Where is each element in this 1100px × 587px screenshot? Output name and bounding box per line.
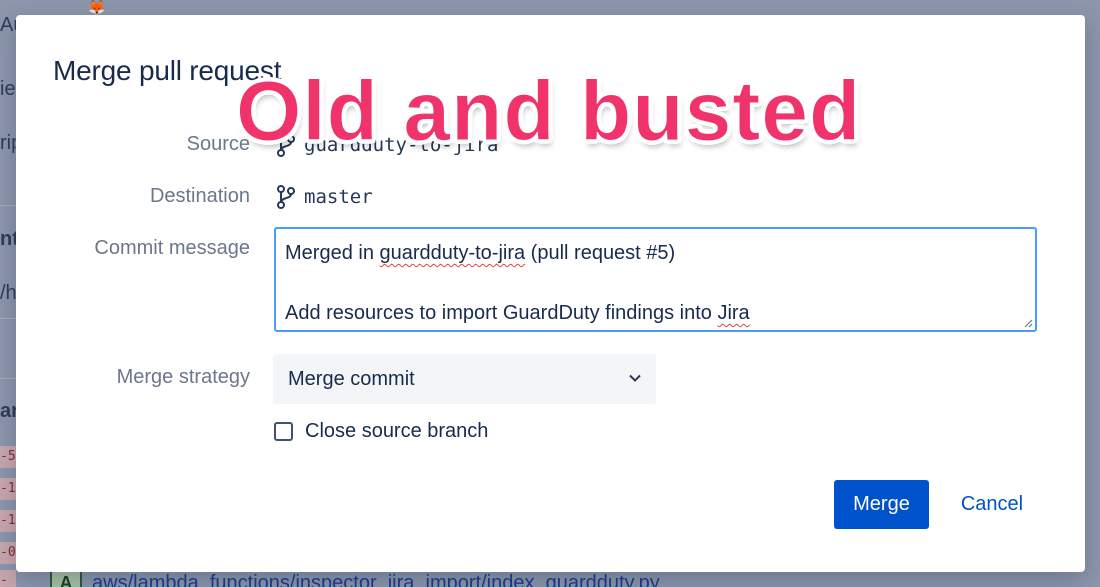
branch-icon [277,185,295,209]
merge-button[interactable]: Merge [834,480,929,529]
file-path-link: aws/lambda_functions/inspector_jira_impo… [92,571,660,587]
chevron-down-icon [629,374,641,382]
merge-strategy-select[interactable]: Merge commit [273,354,656,404]
close-source-branch-label: Close source branch [305,420,489,442]
background-divider [0,318,16,319]
destination-branch: master [276,185,373,209]
diff-marker: -1 [0,510,16,532]
destination-label: Destination [149,185,250,207]
merge-strategy-label: Merge strategy [116,366,250,388]
background-divider [0,378,16,379]
resize-handle-icon[interactable] [1023,318,1033,328]
destination-branch-name: master [304,186,373,208]
overlay-caption: Old and busted [235,64,862,158]
close-source-branch-option[interactable]: Close source branch [274,420,488,443]
commit-message-label: Commit message [94,237,250,259]
commit-message-blank-line [285,268,1026,298]
merge-strategy-value: Merge commit [288,367,415,390]
commit-message-line: Add resources to import GuardDuty findin… [285,302,750,324]
commit-message-input[interactable]: Merged in guardduty-to-jira (pull reques… [274,227,1037,332]
cancel-button[interactable]: Cancel [944,480,1040,529]
diff-marker: - [0,570,16,587]
background-divider [0,205,16,206]
diff-marker: -1 [0,478,16,500]
commit-message-line: Merged in guardduty-to-jira (pull reques… [285,242,676,264]
diff-marker: -0 [0,542,16,564]
background-text-fragment: /h [0,282,17,304]
avatar-icon: 🦊 [88,0,106,15]
diff-marker: -5 [0,446,16,468]
background-text-fragment: ie [0,78,16,100]
misspelled-word: guardduty-to-jira [379,242,526,264]
misspelled-word: Jira [717,302,750,324]
close-source-branch-checkbox[interactable] [274,422,293,441]
